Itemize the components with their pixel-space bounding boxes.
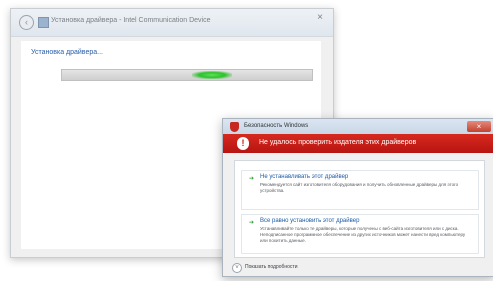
- green-arrow-icon: ➔: [249, 220, 255, 226]
- title-bar: ‹ Установка драйвера - Intel Communicati…: [11, 9, 333, 37]
- install-progress-bar: [61, 69, 313, 81]
- option-title[interactable]: Все равно установить этот драйвер: [260, 218, 359, 224]
- dialog-options: ➔ Не устанавливать этот драйвер Рекоменд…: [234, 160, 485, 258]
- window-title: Установка драйвера - Intel Communication…: [51, 17, 211, 24]
- device-icon: [38, 17, 49, 28]
- dialog-title-bar: Безопасность Windows ×: [223, 119, 493, 134]
- close-button[interactable]: ×: [313, 12, 327, 24]
- shield-icon: [230, 122, 239, 132]
- option-title[interactable]: Не устанавливать этот драйвер: [260, 174, 348, 180]
- windows-security-dialog: Безопасность Windows × ! Не удалось пров…: [222, 118, 493, 277]
- show-details-link[interactable]: Показать подробности: [245, 264, 298, 270]
- dialog-title: Безопасность Windows: [244, 123, 309, 129]
- option-install-anyway[interactable]: ➔ Все равно установить этот драйвер Уста…: [241, 214, 479, 254]
- install-status-text: Установка драйвера...: [31, 49, 103, 56]
- back-arrow-icon[interactable]: ‹: [19, 15, 34, 30]
- chevron-down-icon[interactable]: ˅: [232, 263, 242, 273]
- green-arrow-icon: ➔: [249, 176, 255, 182]
- progress-indicator: [192, 71, 232, 79]
- option-description: Рекомендуется сайт изготовителя оборудов…: [260, 182, 459, 193]
- warning-banner-text: Не удалось проверить издателя этих драйв…: [259, 139, 417, 146]
- dialog-close-button[interactable]: ×: [467, 121, 491, 132]
- dialog-footer: ˅ Показать подробности: [223, 258, 493, 276]
- warning-banner: ! Не удалось проверить издателя этих дра…: [223, 134, 493, 153]
- option-do-not-install[interactable]: ➔ Не устанавливать этот драйвер Рекоменд…: [241, 170, 479, 210]
- warning-shield-icon: !: [237, 137, 249, 150]
- option-description: Устанавливайте только те драйверы, котор…: [260, 226, 466, 243]
